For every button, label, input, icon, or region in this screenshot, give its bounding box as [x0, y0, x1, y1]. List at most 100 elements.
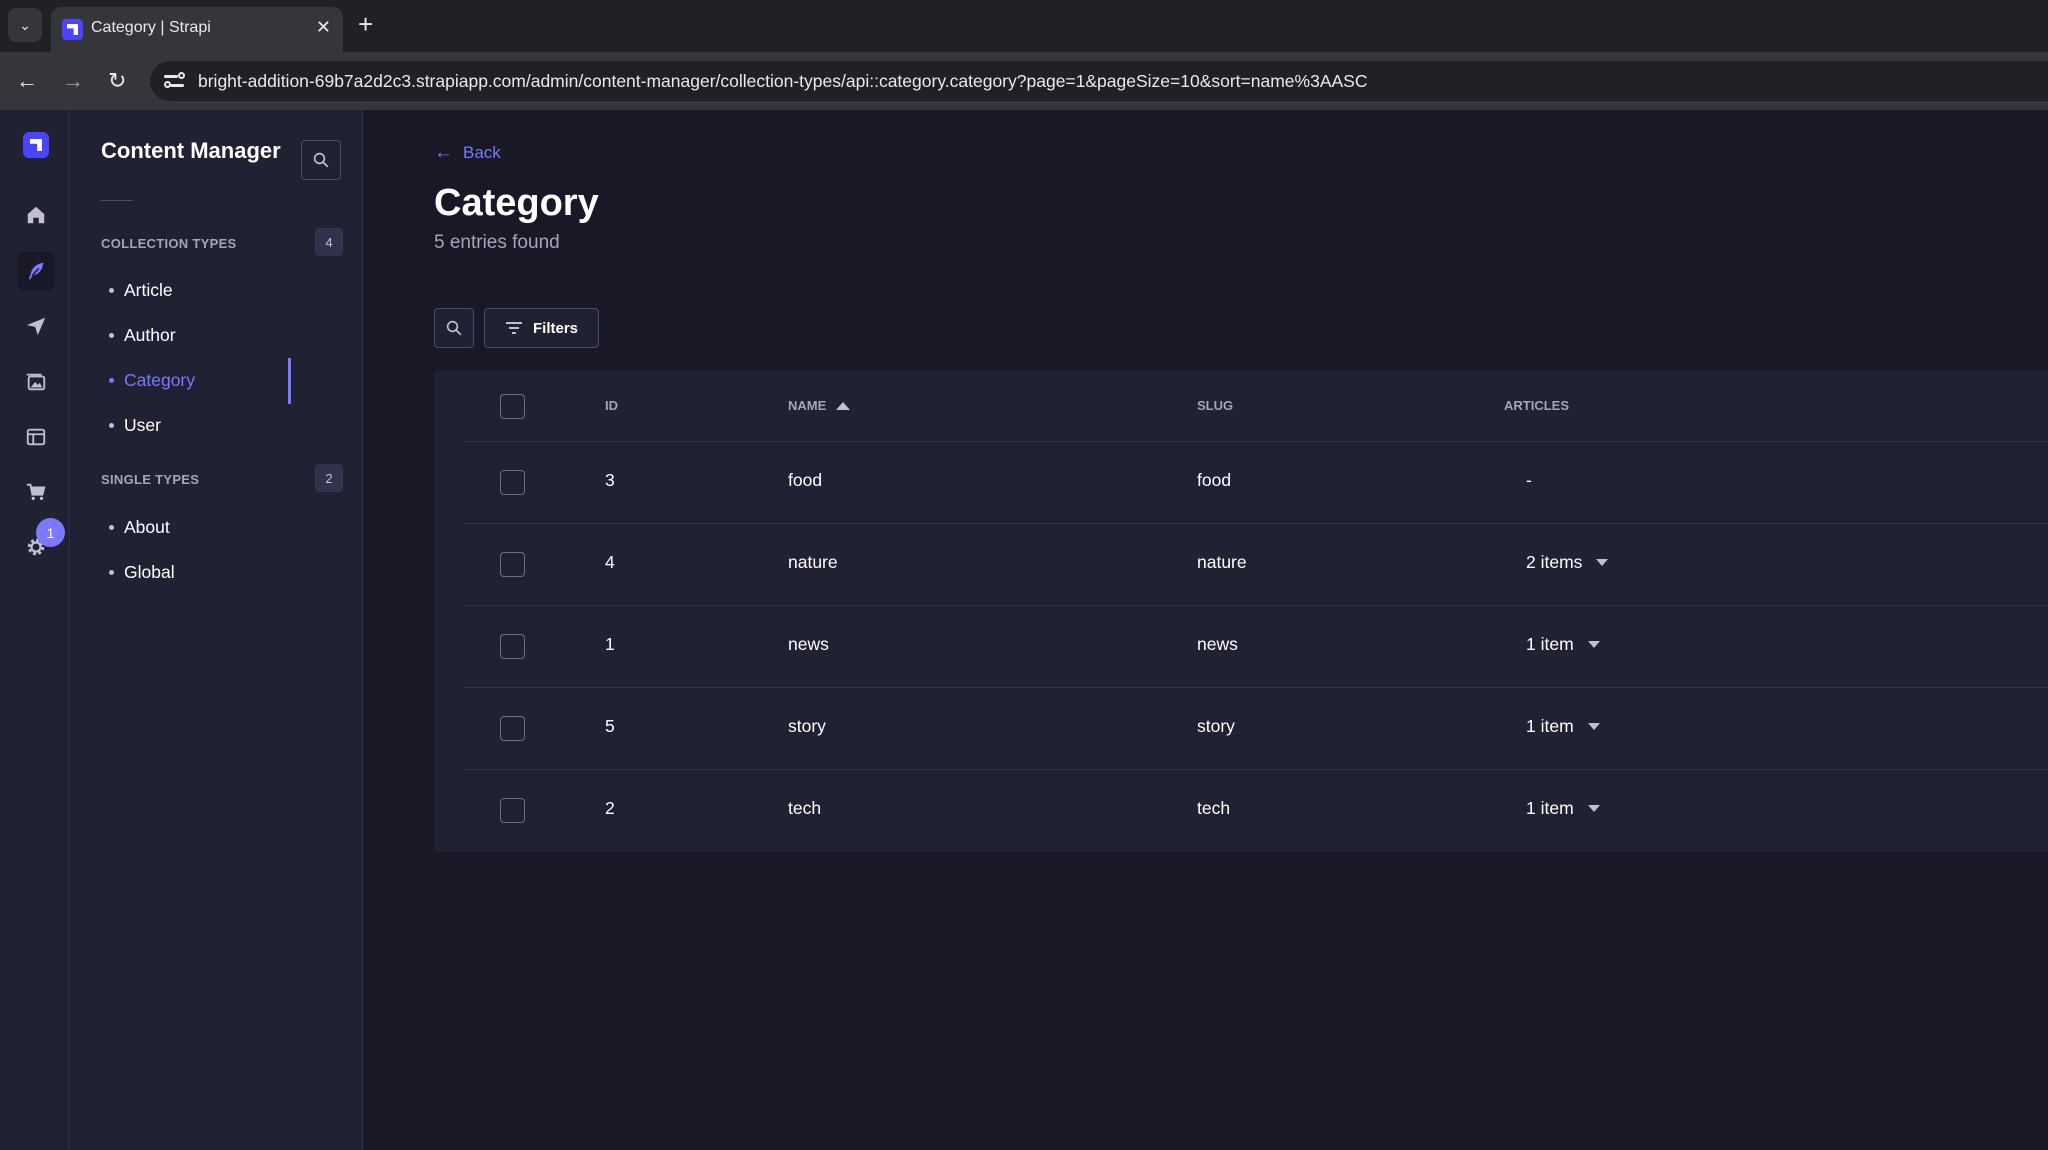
strapi-logo-icon[interactable] — [23, 132, 49, 158]
browser-tab-bar: ⌄ Category | Strapi ✕ + — [0, 0, 2048, 52]
column-label: NAME — [788, 398, 827, 413]
chevron-down-icon: ⌄ — [19, 16, 31, 33]
column-header-articles: ARTICLES — [1504, 398, 1569, 413]
content-releases-nav-item[interactable] — [17, 307, 55, 345]
row-checkbox[interactable] — [500, 716, 525, 741]
media-library-nav-item[interactable] — [17, 363, 55, 401]
home-nav-item[interactable] — [17, 196, 55, 234]
subnav-item-author[interactable]: Author — [109, 325, 176, 346]
bullet-icon — [109, 570, 114, 575]
cell-articles: 1 item — [1526, 798, 1574, 818]
row-checkbox[interactable] — [500, 552, 525, 577]
subnav-item-about[interactable]: About — [109, 517, 170, 538]
search-button[interactable] — [434, 308, 474, 348]
table-row[interactable]: 5 story story 1 item — [464, 688, 2048, 770]
arrow-left-icon: ← — [434, 142, 453, 163]
subnav-divider — [101, 200, 133, 201]
filters-label: Filters — [532, 319, 578, 337]
filter-icon — [505, 322, 522, 334]
articles-relation-dropdown[interactable]: 2 items — [1526, 552, 1609, 573]
reload-icon[interactable]: ↻ — [108, 66, 126, 96]
cell-articles: 1 item — [1526, 716, 1574, 736]
site-info-icon[interactable] — [164, 70, 186, 92]
tab-title: Category | Strapi — [91, 19, 211, 36]
row-checkbox[interactable] — [500, 470, 525, 495]
close-tab-icon[interactable]: ✕ — [316, 17, 331, 38]
column-label: ID — [605, 398, 618, 413]
main-nav-rail: 1 — [0, 110, 70, 1150]
subnav-item-global[interactable]: Global — [109, 562, 175, 583]
bullet-icon — [109, 288, 114, 293]
subnav-item-label: Global — [124, 562, 175, 582]
table-header: ID NAME SLUG ARTICLES — [464, 370, 2048, 442]
marketplace-nav-item[interactable] — [17, 473, 55, 511]
cell-name: story — [788, 716, 826, 736]
back-link[interactable]: ← Back — [434, 142, 501, 164]
subnav-item-label: About — [124, 517, 170, 537]
strapi-favicon-icon — [62, 19, 83, 40]
select-all-checkbox[interactable] — [500, 394, 525, 419]
caret-down-icon — [1587, 641, 1600, 648]
subnav-item-article[interactable]: Article — [109, 280, 173, 301]
table-row[interactable]: 1 news news 1 item — [464, 606, 2048, 688]
articles-relation-dropdown[interactable]: 1 item — [1526, 798, 1600, 819]
caret-down-icon — [1587, 805, 1600, 812]
back-arrow-icon[interactable]: ← — [16, 66, 38, 96]
cell-id: 4 — [605, 552, 615, 572]
cell-slug: story — [1197, 716, 1235, 736]
collection-types-heading: COLLECTION TYPES — [101, 236, 237, 251]
row-checkbox[interactable] — [500, 634, 525, 659]
cell-name: food — [788, 470, 823, 490]
single-types-heading: SINGLE TYPES — [101, 472, 200, 487]
table-row[interactable]: 3 food food - — [464, 442, 2048, 524]
caret-down-icon — [1596, 559, 1609, 566]
active-item-indicator — [288, 358, 291, 404]
new-tab-button[interactable]: + — [358, 9, 373, 39]
subnav-item-label: Category — [124, 370, 196, 390]
shopping-cart-icon — [26, 483, 46, 501]
layout-icon — [26, 428, 46, 446]
cell-slug: nature — [1197, 552, 1247, 572]
url-text[interactable]: bright-addition-69b7a2d2c3.strapiapp.com… — [198, 71, 1368, 92]
address-bar[interactable]: bright-addition-69b7a2d2c3.strapiapp.com… — [150, 61, 2048, 101]
table-row[interactable]: 4 nature nature 2 items — [464, 524, 2048, 606]
cell-id: 1 — [605, 634, 615, 654]
cell-name: news — [788, 634, 829, 654]
browser-tab-active[interactable]: Category | Strapi ✕ — [51, 7, 343, 52]
subnav-item-label: Author — [124, 325, 176, 345]
caret-down-icon — [1587, 723, 1600, 730]
back-label: Back — [463, 143, 501, 162]
column-header-slug[interactable]: SLUG — [1197, 398, 1233, 413]
search-icon — [446, 320, 462, 336]
filters-button[interactable]: Filters — [484, 308, 599, 348]
forward-arrow-icon[interactable]: → — [62, 66, 84, 96]
table-row[interactable]: 2 tech tech 1 item — [464, 770, 2048, 852]
subnav-item-category[interactable]: Category — [109, 370, 195, 391]
bullet-icon — [109, 333, 114, 338]
settings-notification-badge: 1 — [36, 518, 65, 547]
home-icon — [27, 206, 45, 224]
column-header-name[interactable]: NAME — [788, 398, 851, 413]
tab-search-button[interactable]: ⌄ — [8, 8, 42, 42]
collection-types-count-badge: 4 — [315, 228, 343, 256]
cell-name: nature — [788, 552, 838, 572]
articles-relation-dropdown[interactable]: 1 item — [1526, 716, 1600, 737]
row-checkbox[interactable] — [500, 798, 525, 823]
bullet-icon — [109, 423, 114, 428]
cell-id: 5 — [605, 716, 615, 736]
page-title: Category — [434, 182, 599, 224]
column-header-id[interactable]: ID — [605, 398, 618, 413]
subnav-item-label: User — [124, 415, 161, 435]
cell-id: 2 — [605, 798, 615, 818]
content-manager-nav-item[interactable] — [17, 252, 55, 290]
single-types-count-badge: 2 — [315, 464, 343, 492]
content-type-builder-nav-item[interactable] — [17, 418, 55, 456]
content-manager-subnav: Content Manager COLLECTION TYPES 4 Artic… — [71, 110, 363, 1150]
cell-slug: news — [1197, 634, 1238, 654]
subnav-search-button[interactable] — [301, 140, 341, 180]
sort-ascending-icon[interactable] — [836, 401, 851, 410]
entries-table: ID NAME SLUG ARTICLES 3 food food - 4 na… — [434, 370, 2048, 852]
articles-relation-dropdown[interactable]: 1 item — [1526, 634, 1600, 655]
subnav-item-user[interactable]: User — [109, 415, 161, 436]
cell-id: 3 — [605, 470, 615, 490]
